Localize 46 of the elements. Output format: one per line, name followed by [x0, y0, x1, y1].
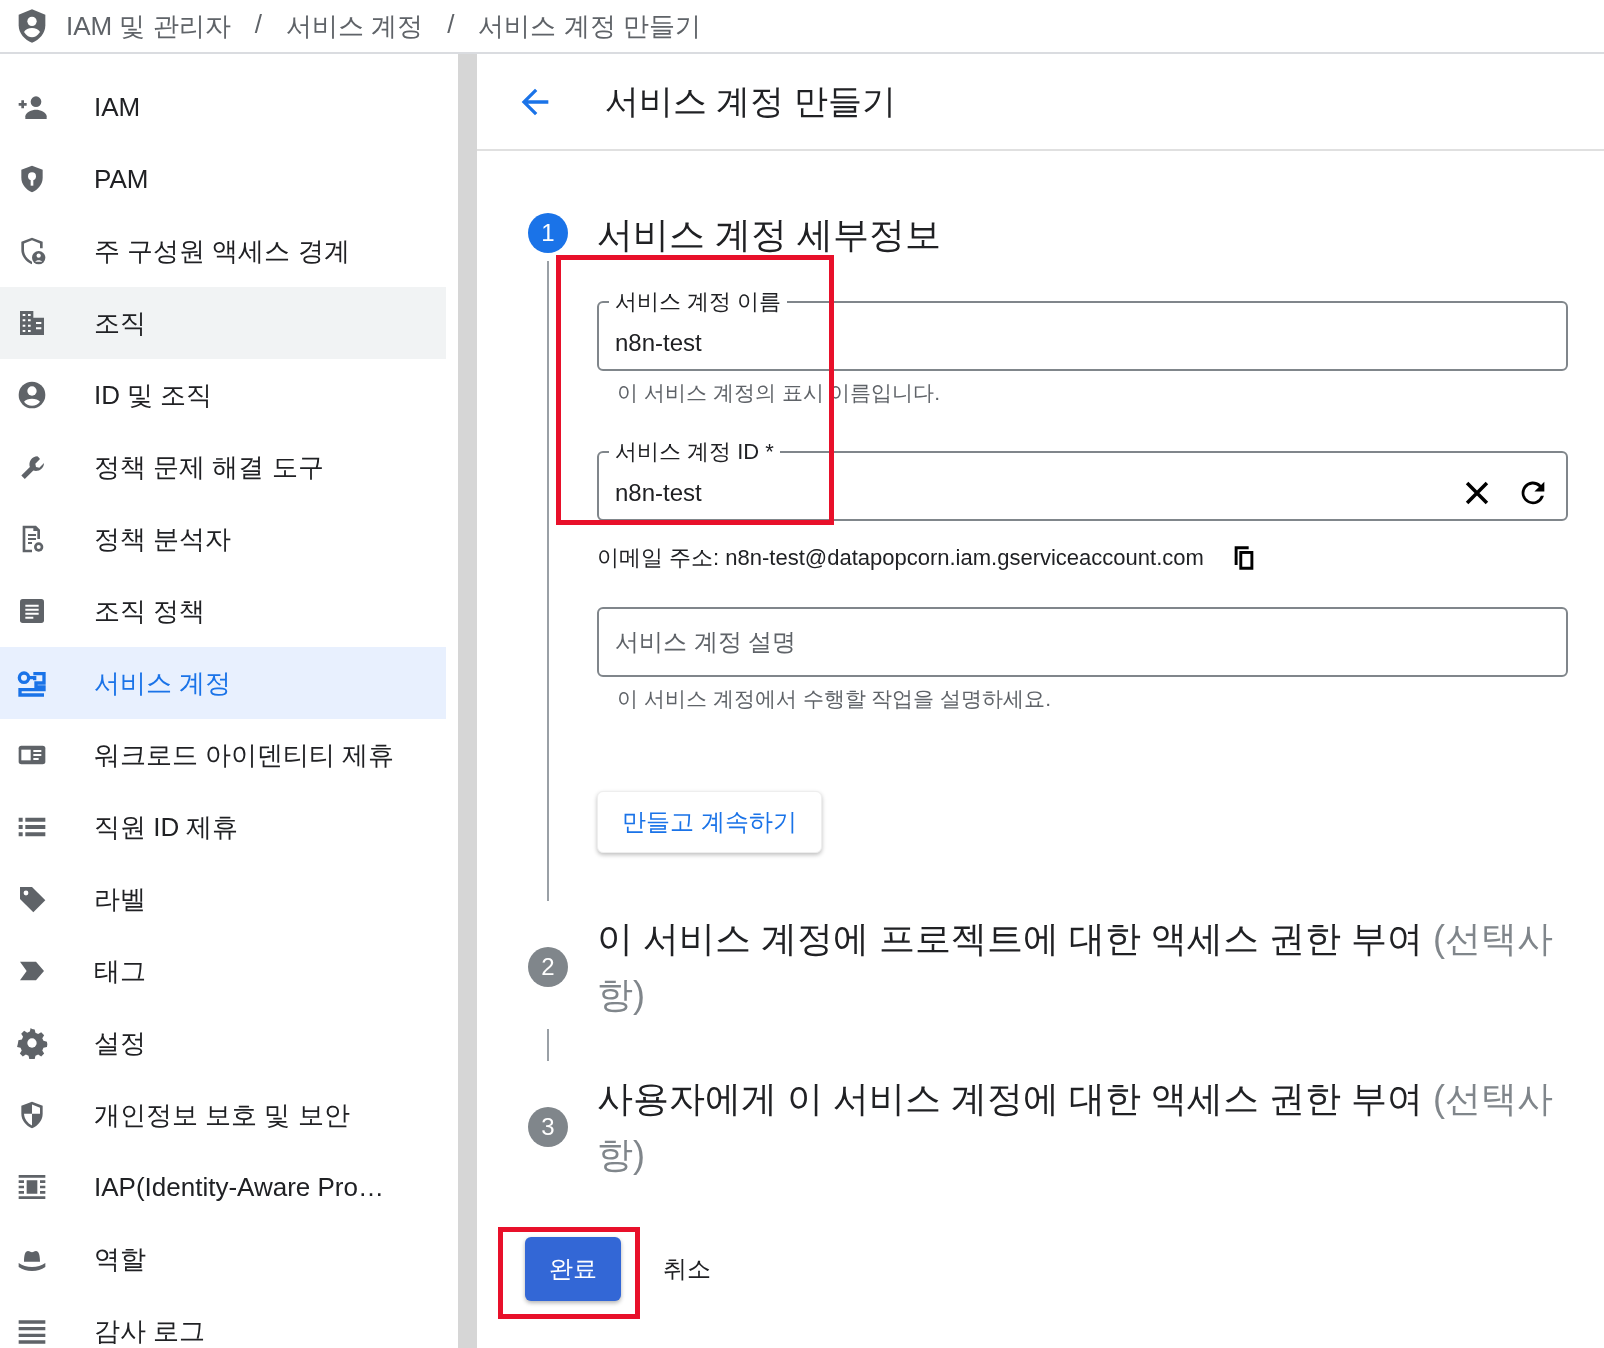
page-title: 서비스 계정 만들기	[605, 80, 896, 122]
breadcrumb-item[interactable]: IAM 및 관리자	[66, 8, 231, 44]
sidebar-item[interactable]: 태그	[0, 935, 446, 1007]
field-label: 서비스 계정 ID *	[614, 438, 775, 466]
sidebar-item[interactable]: PAM	[0, 143, 446, 215]
shield-person-icon	[16, 8, 48, 44]
step-number: 3	[528, 1107, 568, 1147]
field-label: 서비스 계정 이름	[614, 288, 783, 316]
email-address: 이메일 주소: n8n-test@datapopcorn.iam.gserviceaccount.com	[597, 544, 1204, 572]
account-circle-icon	[16, 379, 48, 411]
sidebar-item[interactable]: 직원 ID 제휴	[0, 791, 446, 863]
breadcrumb-item[interactable]: 서비스 계정	[285, 8, 424, 44]
sidebar-item[interactable]: 조직	[0, 287, 446, 359]
sidebar-item[interactable]: 역할	[0, 1223, 446, 1295]
create-and-continue-button[interactable]: 만들고 계속하기	[597, 791, 822, 853]
step-title: 이 서비스 계정에 프로젝트에 대한 액세스 권한 부여 (선택사항)	[597, 917, 1555, 1017]
scrollbar[interactable]	[458, 54, 477, 1348]
breadcrumb-separator: /	[447, 8, 455, 41]
sidebar-item[interactable]: ID 및 조직	[0, 359, 446, 431]
breadcrumb-separator: /	[254, 8, 262, 41]
input-field[interactable]: 서비스 계정 설명	[615, 628, 1550, 656]
sidebar-item[interactable]: IAM	[0, 71, 446, 143]
done-button[interactable]: 완료	[525, 1237, 621, 1301]
sidebar-item[interactable]: 서비스 계정	[0, 647, 446, 719]
sidebar-item[interactable]: 정책 분석자	[0, 503, 446, 575]
sidebar-item[interactable]: 조직 정책	[0, 575, 446, 647]
sidebar-item[interactable]: IAP(Identity-Aware Pro…	[0, 1151, 446, 1223]
breadcrumb-item[interactable]: 서비스 계정 만들기	[478, 8, 701, 44]
cancel-button[interactable]: 취소	[655, 1245, 719, 1293]
sidebar-item[interactable]: 워크로드 아이덴티티 제휴	[0, 719, 446, 791]
input-field[interactable]: n8n-test	[615, 329, 1550, 357]
sidebar-item[interactable]: 개인정보 보호 및 보안	[0, 1079, 446, 1151]
gear-icon	[16, 1027, 48, 1059]
helper-text: 이 서비스 계정에서 수행할 작업을 설명하세요.	[617, 686, 1052, 712]
sidebar-item[interactable]: 정책 문제 해결 도구	[0, 431, 446, 503]
step-title: 사용자에게 이 서비스 계정에 대한 액세스 권한 부여 (선택사항)	[597, 1077, 1555, 1177]
sidebar-item[interactable]: 주 구성원 액세스 경계	[0, 215, 446, 287]
step-number: 2	[528, 947, 568, 987]
helper-text: 이 서비스 계정의 표시 이름입니다.	[617, 380, 942, 406]
input-field[interactable]: n8n-test	[615, 479, 1438, 507]
text-field[interactable]: 서비스 계정 설명	[597, 607, 1568, 677]
step-number: 1	[528, 213, 568, 253]
sidebar-item[interactable]: 라벨	[0, 863, 446, 935]
step-title: 서비스 계정 세부정보	[597, 213, 942, 257]
sidebar-item[interactable]: 감사 로그	[0, 1295, 446, 1348]
sidebar-item[interactable]: 설정	[0, 1007, 446, 1079]
